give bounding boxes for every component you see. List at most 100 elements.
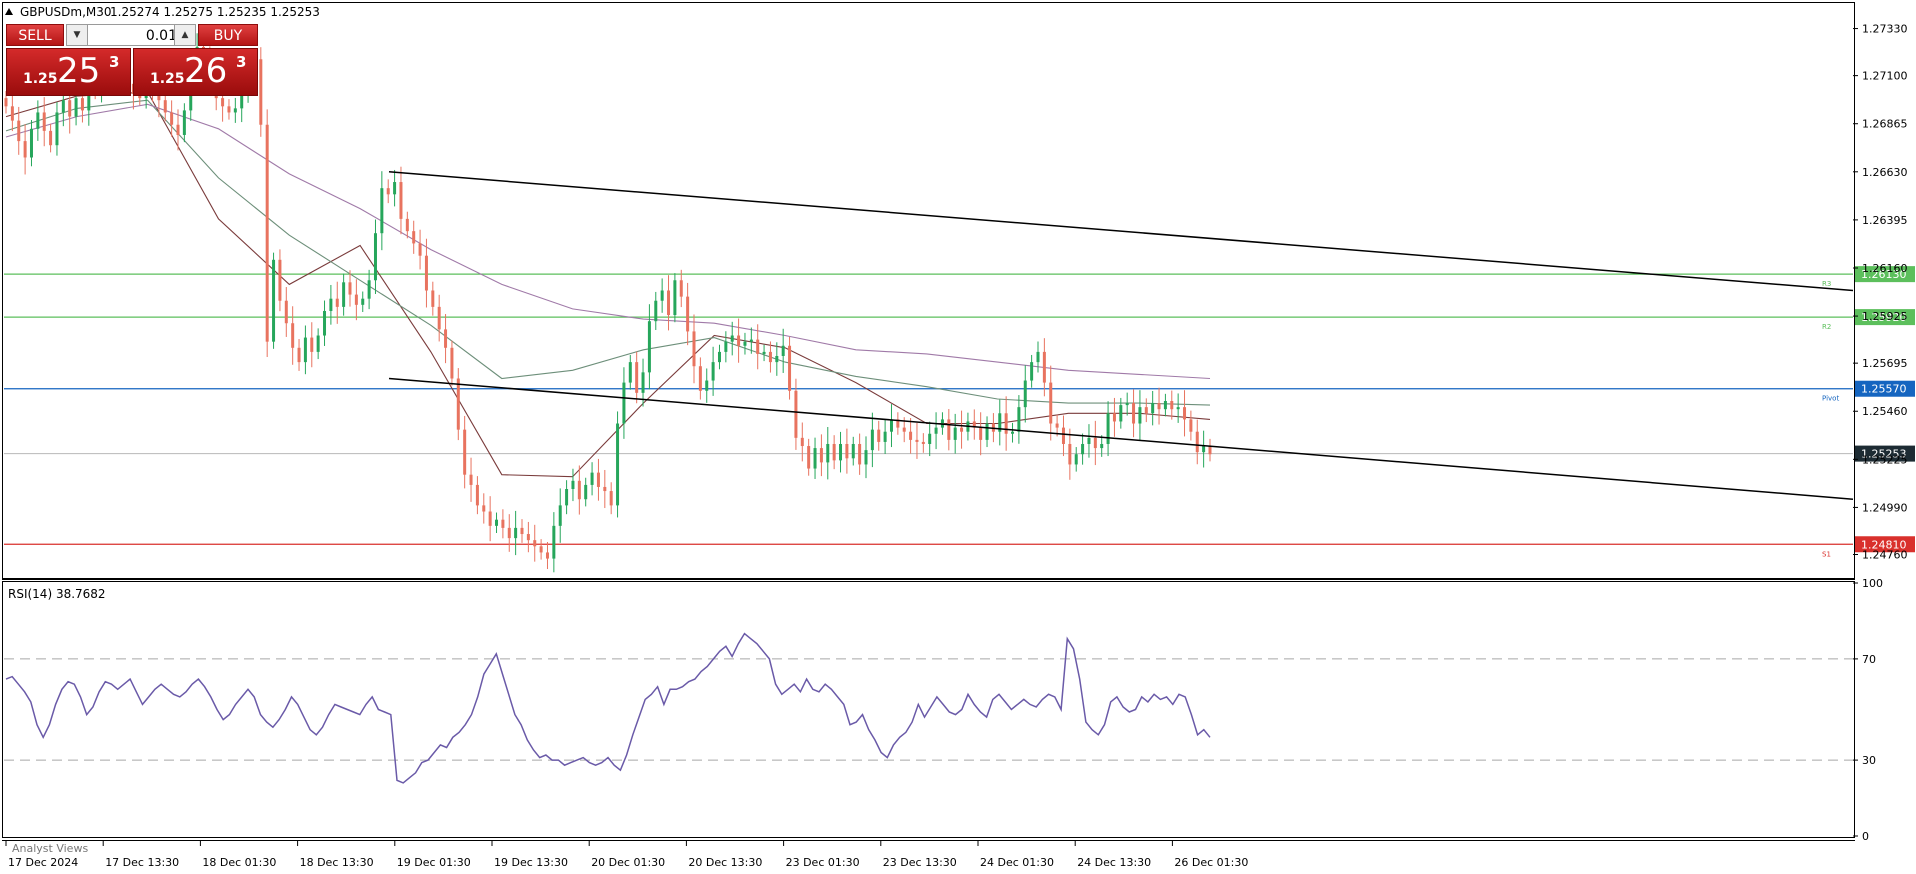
- candle-bull: [74, 98, 78, 117]
- time-tick-label: 17 Dec 2024: [8, 856, 78, 869]
- time-tick-label: 23 Dec 13:30: [883, 856, 957, 869]
- level-tag-s1: S1: [1822, 550, 1831, 558]
- candle-bear: [539, 546, 543, 553]
- candle-bull: [1100, 443, 1104, 449]
- candle-bear: [456, 378, 460, 430]
- time-tick-label: 19 Dec 13:30: [494, 856, 568, 869]
- candle-bull: [889, 419, 893, 432]
- buy-price-fraction: 3: [236, 53, 247, 71]
- candle-bear: [354, 294, 358, 305]
- candle-bull: [934, 427, 938, 434]
- candle-bull: [1023, 380, 1027, 408]
- candle-bear: [635, 362, 639, 393]
- candle-bear: [1042, 351, 1046, 383]
- triangle-down-icon[interactable]: ▼: [67, 25, 88, 45]
- candle-bull: [1036, 351, 1040, 363]
- candle-bear: [596, 472, 600, 487]
- candle-bear: [1061, 427, 1065, 444]
- candle-bull: [1176, 407, 1180, 410]
- rsi-tick-label: 30: [1862, 754, 1876, 767]
- candle-bull: [883, 431, 887, 442]
- candle-bull: [717, 351, 721, 363]
- rsi-tick-label: 0: [1862, 830, 1869, 843]
- candle-bull: [1202, 446, 1206, 453]
- candle-bull: [565, 489, 569, 506]
- candle-bear: [278, 259, 282, 301]
- candle-bull: [724, 341, 728, 352]
- buy-price-box[interactable]: 1.25 26 3: [133, 48, 258, 96]
- candle-bull: [1163, 401, 1167, 410]
- candle-bear: [176, 124, 180, 135]
- candle-bear: [686, 296, 690, 332]
- candle-bull: [622, 382, 626, 424]
- triangle-up-icon[interactable]: ▲: [174, 25, 195, 45]
- candle-bear: [915, 439, 919, 442]
- candle-bear: [756, 339, 760, 354]
- analyst-views-label[interactable]: Analyst Views: [12, 842, 88, 855]
- candle-bear: [737, 335, 741, 346]
- time-tick-label: 23 Dec 01:30: [786, 856, 860, 869]
- candle-bull: [1011, 431, 1015, 434]
- time-tick-label: 20 Dec 13:30: [688, 856, 762, 869]
- candle-bear: [284, 300, 288, 324]
- candle-bear: [23, 141, 27, 158]
- price-tick-label: 1.24990: [1862, 501, 1908, 514]
- candle-bear: [794, 390, 798, 438]
- candle-bear: [1183, 407, 1187, 420]
- candle-bear: [418, 243, 422, 256]
- candle-bear: [348, 282, 352, 295]
- candle-bull: [1087, 437, 1091, 444]
- candle-bull: [233, 108, 237, 113]
- price-tick-label: 1.27330: [1862, 23, 1908, 36]
- candle-bear: [488, 511, 492, 526]
- sell-price-box[interactable]: 1.25 25 3: [6, 48, 131, 96]
- time-tick-label: 24 Dec 01:30: [980, 856, 1054, 869]
- sell-button[interactable]: SELL: [6, 24, 64, 46]
- candle-bear: [526, 534, 530, 541]
- candle-bear: [424, 255, 428, 291]
- candle-bear: [603, 486, 607, 492]
- buy-button[interactable]: BUY: [198, 24, 258, 46]
- time-tick-label: 18 Dec 13:30: [300, 856, 374, 869]
- candle-bear: [1195, 431, 1199, 453]
- candle-bear: [17, 120, 21, 142]
- buy-price-main: 26: [184, 51, 228, 91]
- sell-price-main: 25: [57, 51, 101, 91]
- candle-bear: [463, 429, 467, 475]
- buy-price-prefix: 1.25: [150, 71, 185, 87]
- candle-bull: [1151, 403, 1155, 414]
- candle-bull: [730, 335, 734, 342]
- lot-size-input[interactable]: [89, 26, 179, 46]
- candle-bear: [444, 329, 448, 348]
- price-tick-label: 1.26865: [1862, 118, 1908, 131]
- candle-bear: [475, 484, 479, 506]
- candle-bear: [10, 106, 14, 121]
- candle-bull: [647, 321, 651, 373]
- candle-bear: [921, 441, 925, 444]
- time-tick-label: 26 Dec 01:30: [1174, 856, 1248, 869]
- candle-bear: [49, 130, 53, 146]
- candle-bear: [507, 527, 511, 539]
- level-tag-r2: R2: [1822, 323, 1831, 331]
- candle-bear: [1068, 443, 1072, 465]
- candle-bull: [673, 280, 677, 316]
- candle-bull: [36, 112, 40, 129]
- candle-bear: [533, 540, 537, 547]
- candle-bear: [170, 112, 174, 125]
- candle-bull: [316, 335, 320, 352]
- candle-bear: [265, 124, 269, 342]
- candle-bull: [584, 484, 588, 500]
- candle-bull: [762, 351, 766, 354]
- candle-bear: [1189, 419, 1193, 432]
- candle-bear: [819, 448, 823, 463]
- candle-bull: [182, 110, 186, 135]
- candle-bear: [692, 331, 696, 367]
- candle-bear: [4, 98, 8, 107]
- candle-bear: [1132, 403, 1136, 424]
- price-tick-label: 1.26160: [1862, 262, 1908, 275]
- lot-size-box: ▼ ▲: [66, 24, 196, 46]
- candle-bull: [616, 423, 620, 506]
- candle-bull: [1138, 407, 1142, 424]
- candle-bull: [552, 525, 556, 559]
- chart-canvas[interactable]: GBPUSDm,M30 1.25274 1.25275 1.25235 1.25…: [0, 0, 1916, 874]
